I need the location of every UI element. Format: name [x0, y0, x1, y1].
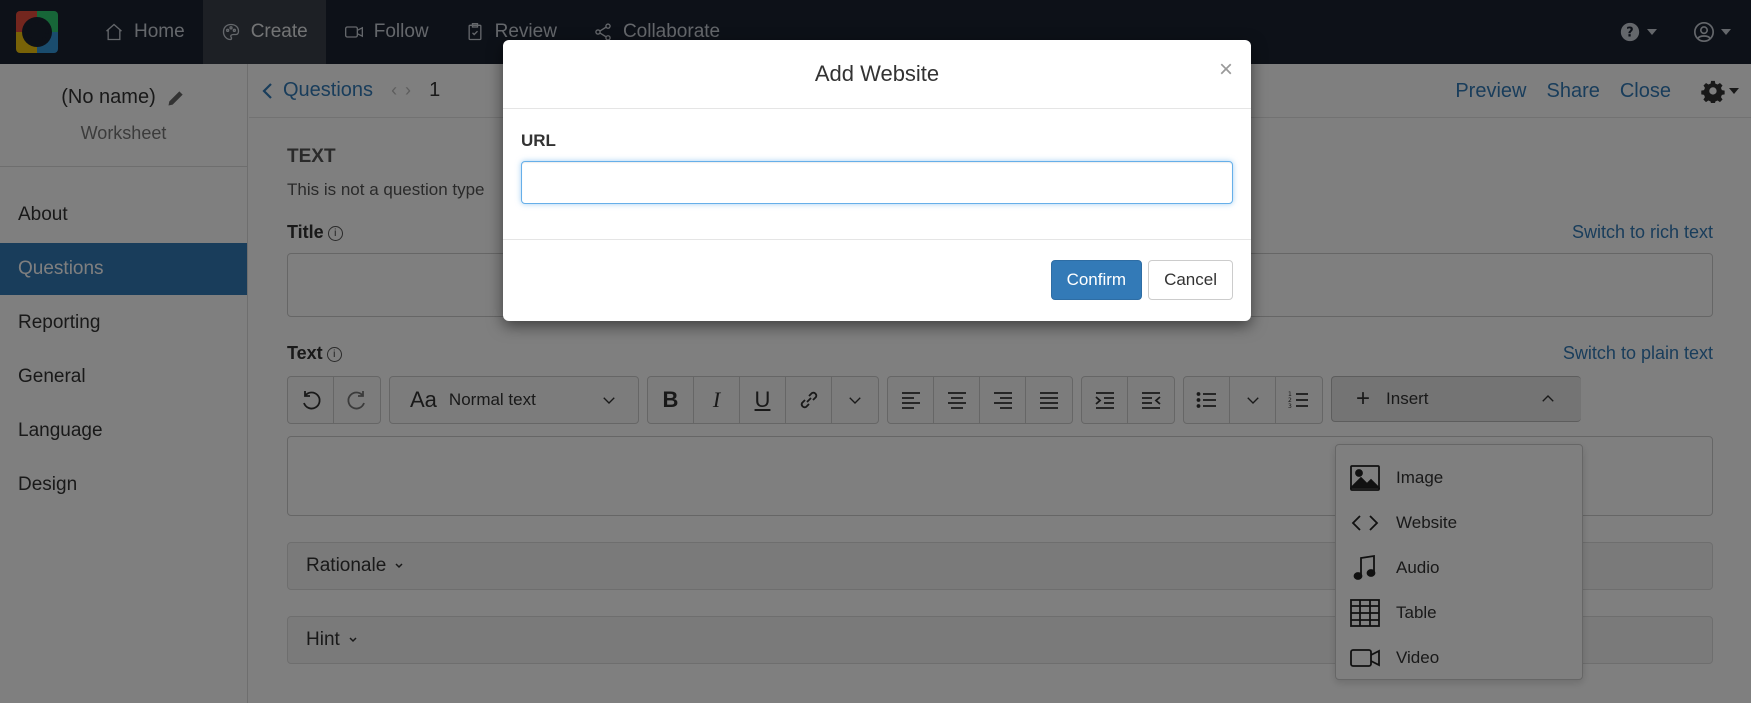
dialog-body: URL — [503, 109, 1251, 240]
dialog-title: Add Website — [814, 61, 940, 86]
dialog-header: Add Website × — [503, 40, 1251, 109]
close-icon[interactable]: × — [1219, 56, 1233, 84]
confirm-button[interactable]: Confirm — [1050, 260, 1143, 300]
url-label: URL — [521, 131, 556, 150]
cancel-button[interactable]: Cancel — [1148, 260, 1233, 300]
dialog-footer: Confirm Cancel — [503, 240, 1251, 320]
add-website-dialog: Add Website × URL Confirm Cancel — [503, 40, 1251, 321]
url-input[interactable] — [521, 161, 1233, 204]
